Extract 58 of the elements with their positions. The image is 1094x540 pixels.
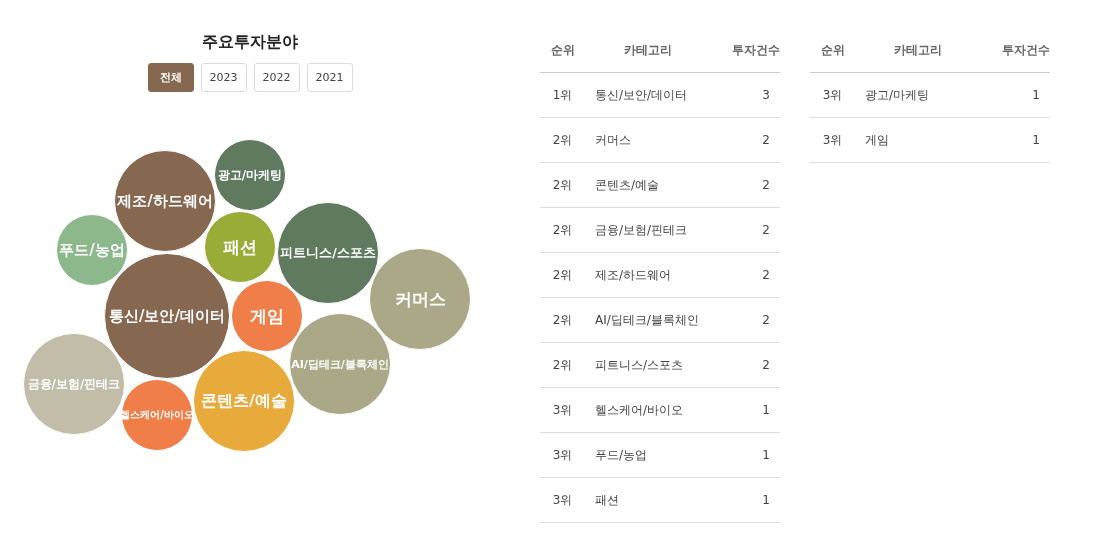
bubble-label: 광고/마케팅	[217, 166, 283, 184]
table-cell: 통신/보안/데이터	[595, 87, 688, 102]
bubble-label: 콘텐츠/예술	[201, 390, 287, 412]
table-cell: 커머스	[595, 132, 631, 147]
table-cell: 2위	[552, 132, 573, 147]
bubble-label: 피트니스/스포츠	[280, 244, 376, 262]
table-cell: 헬스케어/바이오	[595, 402, 684, 417]
year-tab[interactable]: 2022	[253, 63, 300, 92]
table-cell: AI/딥테크/블록체인	[595, 312, 699, 327]
table-cell: 3	[762, 88, 770, 102]
chart-title: 주요투자분야	[202, 32, 298, 53]
table-cell: 1	[1032, 88, 1040, 102]
column-header: 카테고리	[623, 42, 672, 57]
column-header: 투자건수	[732, 42, 780, 57]
table-cell: 피트니스/스포츠	[595, 357, 684, 372]
table-cell: 2	[762, 133, 770, 147]
year-tab[interactable]: 전체	[147, 63, 194, 92]
column-header: 순위	[820, 42, 845, 57]
table-cell: 2	[762, 223, 770, 237]
table-cell: 2	[762, 268, 770, 282]
bubble-label: 게임	[250, 304, 284, 328]
column-header: 투자건수	[1002, 42, 1050, 57]
table-cell: 게임	[865, 132, 889, 147]
table-cell: 2위	[552, 222, 573, 237]
table-cell: 1	[1032, 133, 1040, 147]
table-cell: 2위	[552, 267, 573, 282]
table-cell: 푸드/농업	[595, 447, 648, 462]
bubble-label: 통신/보안/데이터	[109, 306, 225, 326]
column-header: 순위	[550, 42, 575, 57]
bubble-label: 패션	[223, 235, 257, 259]
table-cell: 콘텐츠/예술	[595, 177, 660, 192]
table-cell: 3위	[552, 447, 573, 462]
table-cell: 3위	[552, 492, 573, 507]
table-cell: 2위	[552, 312, 573, 327]
table-cell: 1위	[552, 87, 573, 102]
table-cell: 2	[762, 358, 770, 372]
table-cell: 1	[762, 493, 770, 507]
year-tab[interactable]: 2021	[306, 63, 353, 92]
year-tab[interactable]: 2023	[200, 63, 247, 92]
table-cell: 2위	[552, 177, 573, 192]
bubble-label: 금융/보험/핀테크	[27, 375, 121, 393]
table-cell: 제조/하드웨어	[595, 267, 672, 282]
bubble-label: 제조/하드웨어	[117, 191, 213, 211]
table-cell: 2위	[552, 357, 573, 372]
table-cell: 3위	[822, 87, 843, 102]
table-cell: 3위	[552, 402, 573, 417]
bubble-label: AI/딥테크/블록체인	[291, 356, 389, 372]
table-cell: 1	[762, 403, 770, 417]
table-cell: 2	[762, 313, 770, 327]
column-header: 카테고리	[893, 42, 942, 57]
bubble-label: 푸드/농업	[59, 240, 125, 260]
table-cell: 1	[762, 448, 770, 462]
table-cell: 광고/마케팅	[865, 87, 930, 102]
table-cell: 3위	[822, 132, 843, 147]
table-cell: 패션	[595, 492, 619, 507]
table-cell: 금융/보험/핀테크	[595, 222, 688, 237]
table-cell: 2	[762, 178, 770, 192]
bubble-label: 커머스	[394, 287, 446, 311]
